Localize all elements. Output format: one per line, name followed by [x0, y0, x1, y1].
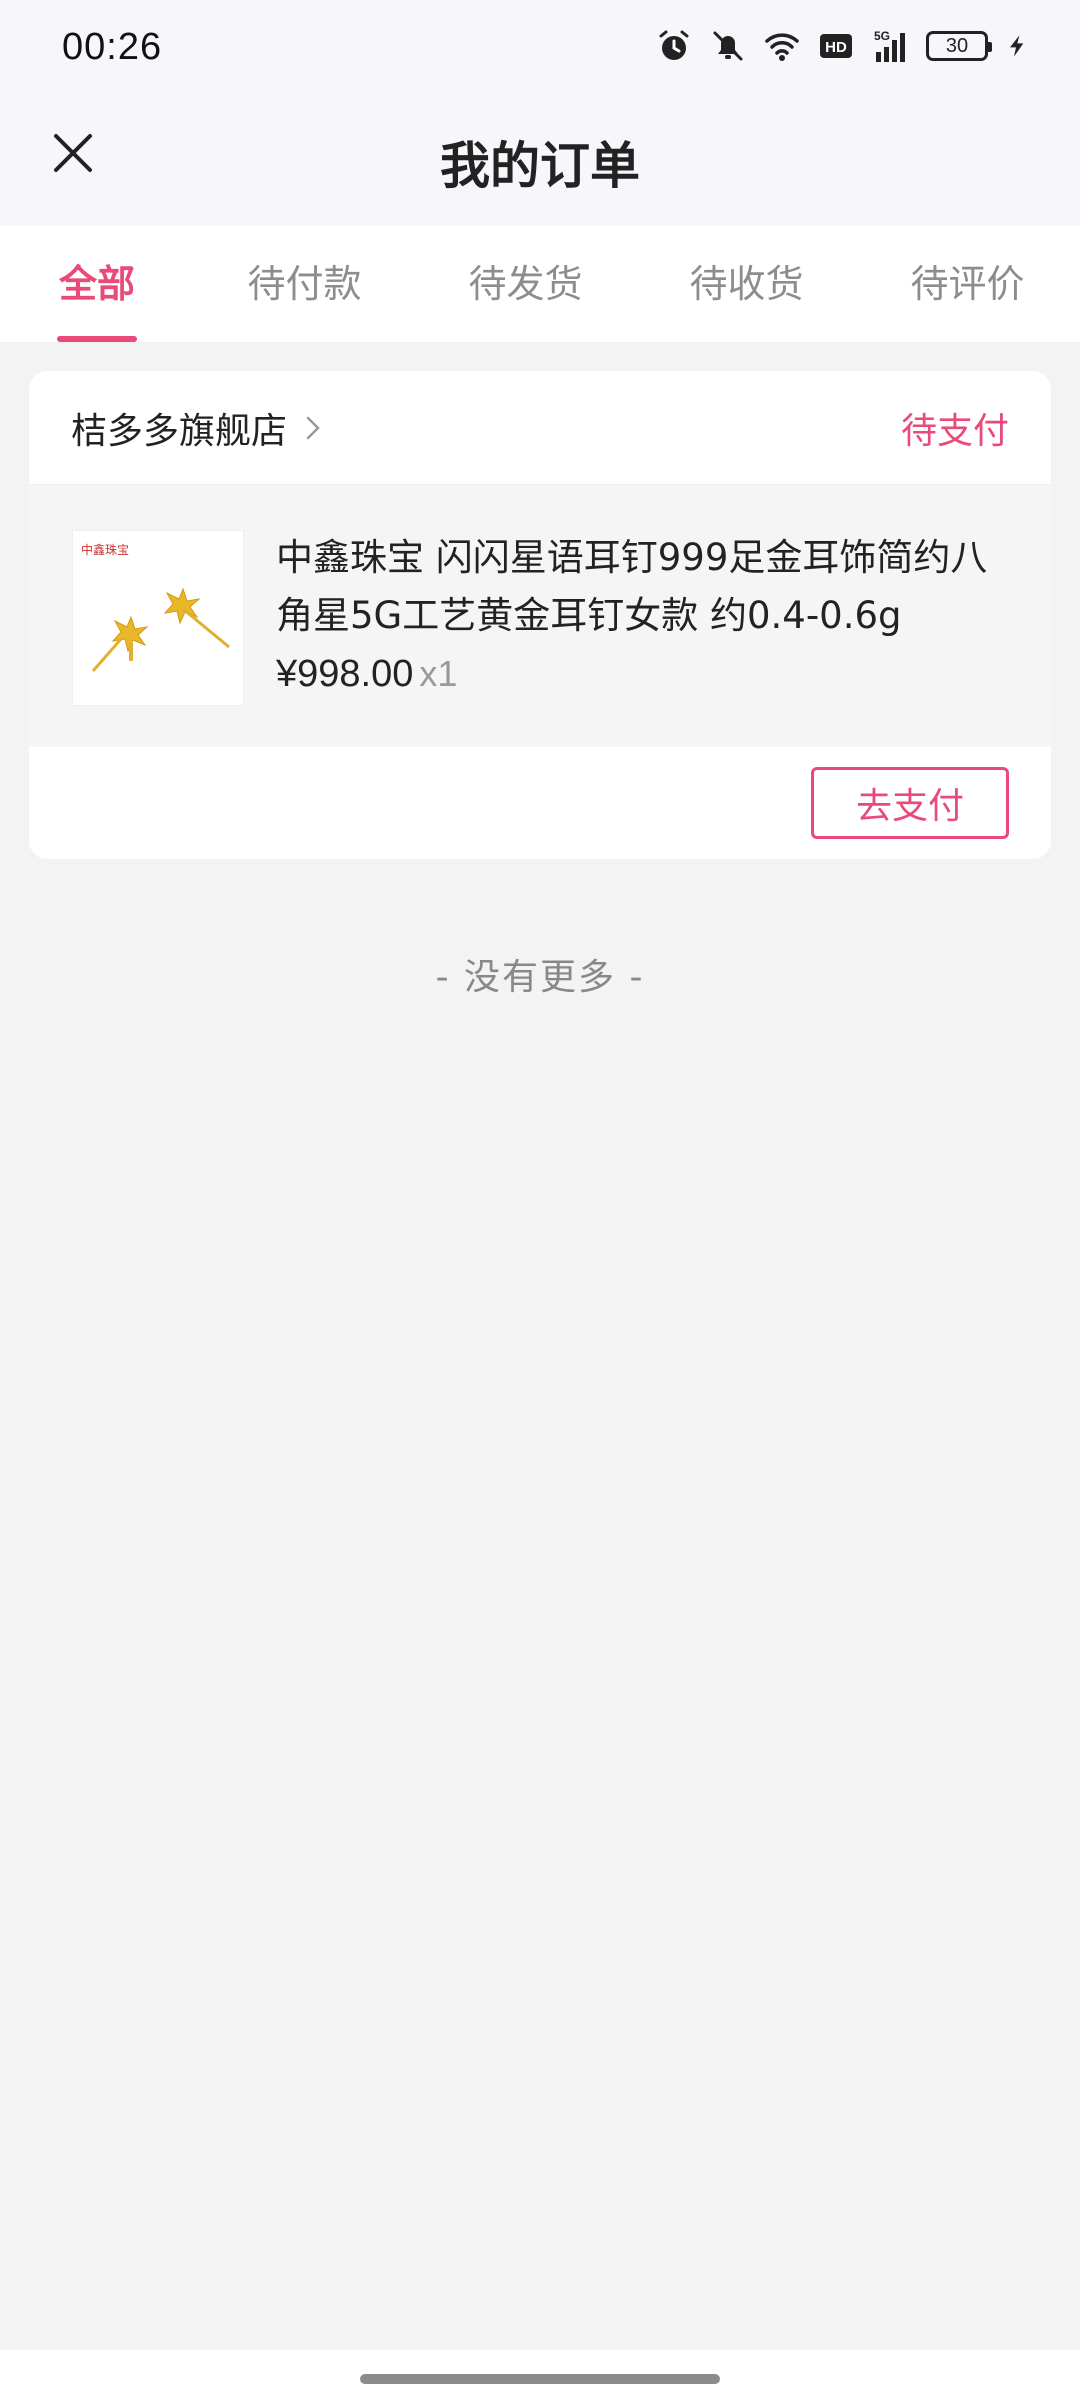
order-card[interactable]: 桔多多旗舰店 待支付 中鑫珠宝 中鑫珠宝 闪闪星语耳钉999足金耳饰简约八角星5… — [29, 371, 1051, 859]
battery-icon: 30 — [926, 31, 992, 61]
store-name: 桔多多旗舰店 — [71, 410, 288, 452]
order-card-footer: 去支付 — [29, 747, 1051, 859]
bottom-bar — [0, 2350, 1080, 2400]
alarm-icon — [659, 30, 689, 60]
tab-pending-payment[interactable]: 待付款 — [194, 226, 415, 342]
top-area: 00:26 HD 5G 30 我的订单 — [0, 0, 1080, 226]
product-quantity: x1 — [419, 653, 458, 694]
mute-icon — [713, 31, 743, 61]
tab-label: 待付款 — [247, 262, 362, 306]
tab-label: 待收货 — [689, 262, 804, 306]
charging-icon — [1010, 35, 1024, 57]
no-more-text: - 没有更多 - — [435, 957, 645, 998]
page-title: 我的订单 — [440, 137, 640, 195]
tab-label: 全部 — [58, 262, 135, 306]
tab-pending-receipt[interactable]: 待收货 — [636, 226, 857, 342]
status-bar: 00:26 HD 5G 30 — [0, 0, 1080, 96]
order-card-header: 桔多多旗舰店 待支付 — [29, 371, 1051, 485]
product-row[interactable]: 中鑫珠宝 中鑫珠宝 闪闪星语耳钉999足金耳饰简约八角星5G工艺黄金耳钉女款 约… — [29, 485, 1051, 747]
product-brand-logo: 中鑫珠宝 — [81, 543, 130, 557]
svg-text:HD: HD — [825, 39, 847, 56]
chevron-right-icon — [306, 416, 320, 439]
tab-pending-review[interactable]: 待评价 — [857, 226, 1078, 342]
svg-text:5G: 5G — [874, 29, 890, 43]
nav-bar: 我的订单 — [0, 96, 1080, 226]
status-icons: HD 5G 30 — [656, 28, 1030, 64]
hd-icon: HD — [820, 34, 852, 58]
product-price: ¥998.00 — [276, 653, 414, 695]
order-tabs: 全部 待付款 待发货 待收货 待评价 — [0, 226, 1080, 343]
active-tab-indicator — [57, 336, 137, 342]
home-indicator[interactable] — [360, 2374, 720, 2384]
5g-signal-icon: 5G — [874, 29, 905, 62]
product-title: 中鑫珠宝 闪闪星语耳钉999足金耳饰简约八角星5G工艺黄金耳钉女款 约0.4-0… — [276, 536, 988, 637]
product-price-line: ¥998.00 x1 — [276, 653, 457, 696]
status-time: 00:26 — [62, 26, 163, 68]
store-link[interactable]: 桔多多旗舰店 — [71, 402, 323, 454]
product-image: 中鑫珠宝 — [72, 530, 244, 706]
wifi-icon — [765, 33, 799, 61]
tab-label: 待发货 — [468, 262, 583, 306]
tab-all[interactable]: 全部 — [0, 226, 194, 342]
order-status: 待支付 — [900, 410, 1009, 452]
pay-button[interactable]: 去支付 — [811, 767, 1009, 839]
tab-pending-shipment[interactable]: 待发货 — [415, 226, 636, 342]
tab-label: 待评价 — [910, 262, 1025, 306]
